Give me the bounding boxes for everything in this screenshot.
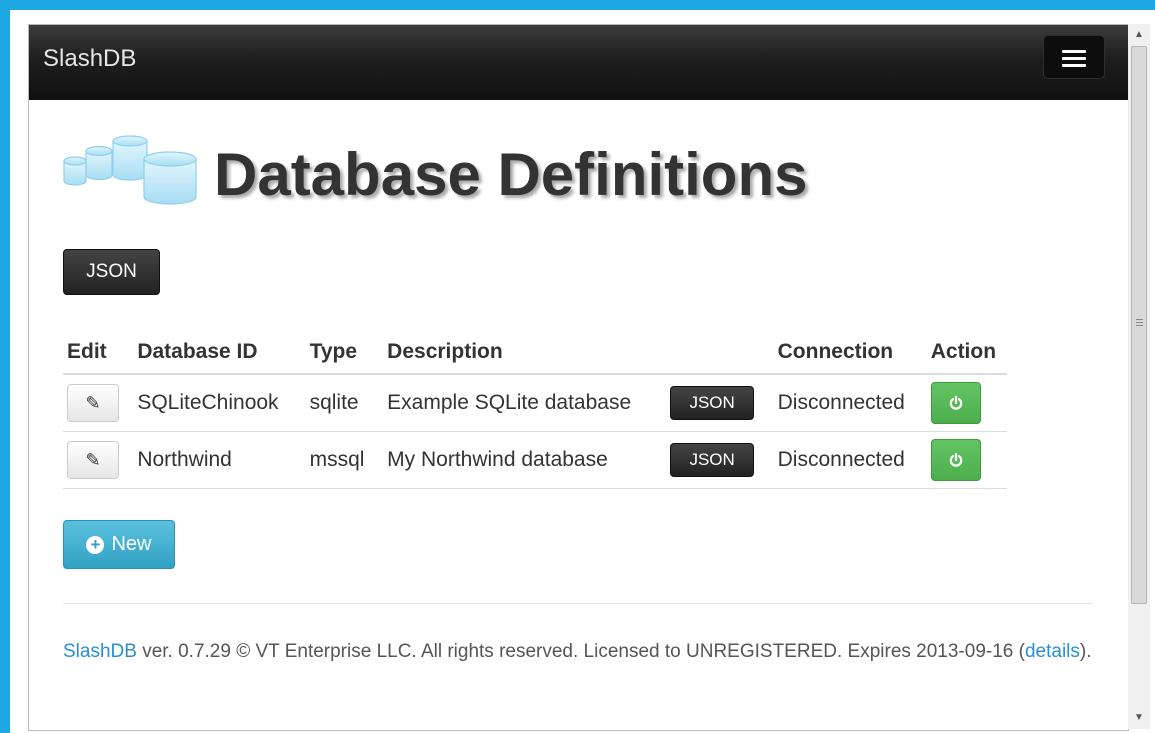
header-database-id: Database ID: [129, 331, 302, 375]
table-header-row: Edit Database ID Type Description Connec…: [63, 331, 1007, 375]
details-link[interactable]: details: [1025, 641, 1080, 662]
scroll-down-arrow-icon[interactable]: ▼: [1128, 707, 1150, 729]
database-description: My Northwind database: [379, 431, 663, 489]
table-row: ✎ Northwind mssql My Northwind database …: [63, 431, 1007, 489]
pencil-icon: ✎: [85, 392, 101, 413]
database-description: Example SQLite database: [379, 374, 663, 432]
navbar-brand[interactable]: SlashDB: [43, 45, 136, 73]
row-json-button[interactable]: JSON: [670, 386, 755, 420]
connection-status: Disconnected: [769, 374, 923, 432]
database-id: Northwind: [129, 431, 302, 489]
page-title: Database Definitions: [214, 141, 808, 208]
scroll-up-arrow-icon[interactable]: ▲: [1128, 24, 1150, 46]
footer-divider: [63, 603, 1093, 604]
footer-text: ver. 0.7.29 © VT Enterprise LLC. All rig…: [136, 641, 1025, 662]
database-type: mssql: [301, 431, 380, 489]
pencil-icon: ✎: [85, 449, 101, 470]
browser-window: SlashDB Database Definitions JSON Edit D…: [10, 10, 1155, 733]
edit-button[interactable]: ✎: [67, 441, 119, 479]
footer: SlashDB ver. 0.7.29 © VT Enterprise LLC.…: [63, 635, 1103, 668]
json-button[interactable]: JSON: [63, 249, 160, 295]
footer-text-end: ).: [1079, 641, 1092, 662]
power-icon: [949, 395, 962, 410]
edit-button[interactable]: ✎: [67, 384, 119, 422]
vertical-scrollbar[interactable]: ▲ ▼: [1128, 24, 1150, 729]
header-json: [662, 331, 770, 375]
navbar: SlashDB: [29, 25, 1128, 100]
hamburger-menu-icon[interactable]: [1043, 35, 1105, 79]
new-database-button[interactable]: + New: [63, 520, 175, 569]
row-json-button[interactable]: JSON: [670, 443, 755, 477]
header-action: Action: [922, 331, 1007, 375]
connect-button[interactable]: [930, 439, 981, 481]
connect-button[interactable]: [930, 382, 981, 424]
slashdb-link[interactable]: SlashDB: [63, 641, 137, 662]
table-row: ✎ SQLiteChinook sqlite Example SQLite da…: [63, 374, 1007, 432]
header-type: Type: [301, 331, 380, 375]
database-id: SQLiteChinook: [129, 374, 302, 432]
header-edit: Edit: [63, 331, 130, 375]
new-button-label: New: [111, 533, 152, 555]
database-cylinders-icon: [63, 135, 197, 205]
scrollbar-thumb[interactable]: [1131, 46, 1147, 604]
header-connection: Connection: [769, 331, 923, 375]
power-icon: [949, 452, 962, 467]
database-type: sqlite: [301, 374, 380, 432]
database-table: Edit Database ID Type Description Connec…: [63, 331, 1007, 489]
plus-circle-icon: +: [86, 535, 105, 554]
header-description: Description: [379, 331, 663, 375]
connection-status: Disconnected: [769, 431, 923, 489]
page-viewport: SlashDB Database Definitions JSON Edit D…: [28, 24, 1129, 731]
